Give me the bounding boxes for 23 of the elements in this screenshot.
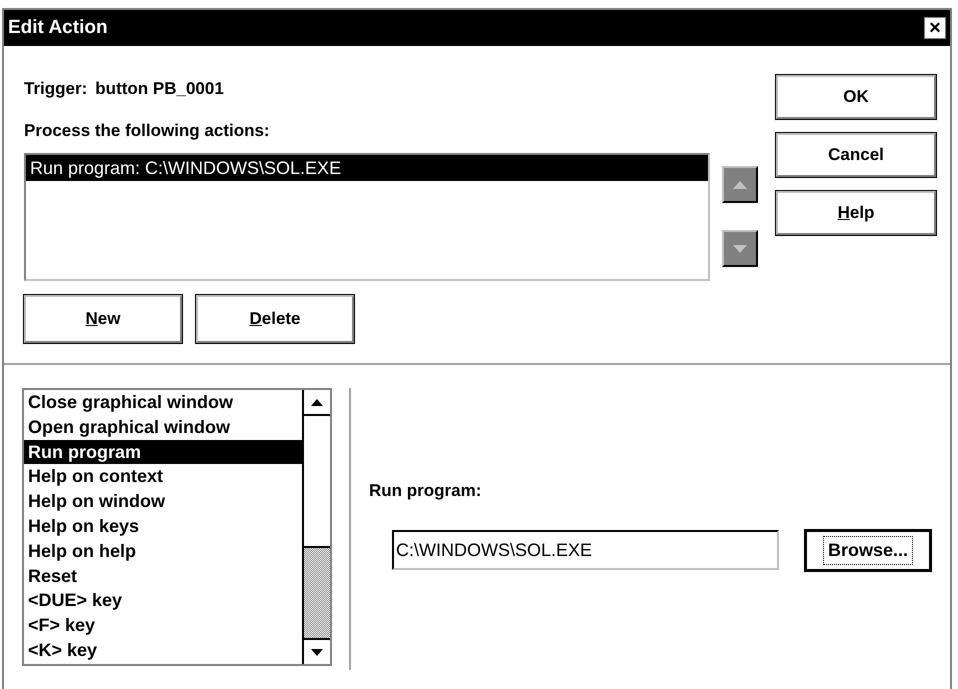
- actions-label: Process the following actions:: [24, 120, 271, 142]
- new-button[interactable]: New: [24, 295, 182, 343]
- window-title: Edit Action: [8, 16, 108, 40]
- action-type-item[interactable]: Run program: [24, 440, 302, 464]
- browse-button[interactable]: Browse...: [804, 528, 932, 572]
- run-program-label: Run program:: [369, 480, 482, 502]
- help-button[interactable]: Help: [776, 191, 936, 235]
- delete-button[interactable]: Delete: [196, 295, 354, 343]
- trigger-value: button PB_0001: [95, 78, 224, 100]
- move-up-button[interactable]: [722, 166, 758, 203]
- scroll-up-icon: [311, 398, 324, 406]
- trigger-label: Trigger:: [24, 78, 88, 100]
- scrollbar[interactable]: [302, 390, 330, 664]
- ok-button[interactable]: OK: [776, 75, 936, 119]
- cancel-button[interactable]: Cancel: [776, 133, 936, 177]
- move-down-button[interactable]: [722, 230, 758, 267]
- down-arrow-icon: [733, 244, 747, 252]
- focus-outline: Browse...: [822, 536, 914, 564]
- action-item[interactable]: Run program: C:\WINDOWS\SOL.EXE: [26, 155, 708, 181]
- scroll-down-icon: [311, 648, 324, 656]
- close-button[interactable]: ×: [924, 17, 946, 39]
- program-path-field[interactable]: C:\WINDOWS\SOL.EXE: [392, 530, 779, 570]
- up-arrow-icon: [733, 180, 747, 188]
